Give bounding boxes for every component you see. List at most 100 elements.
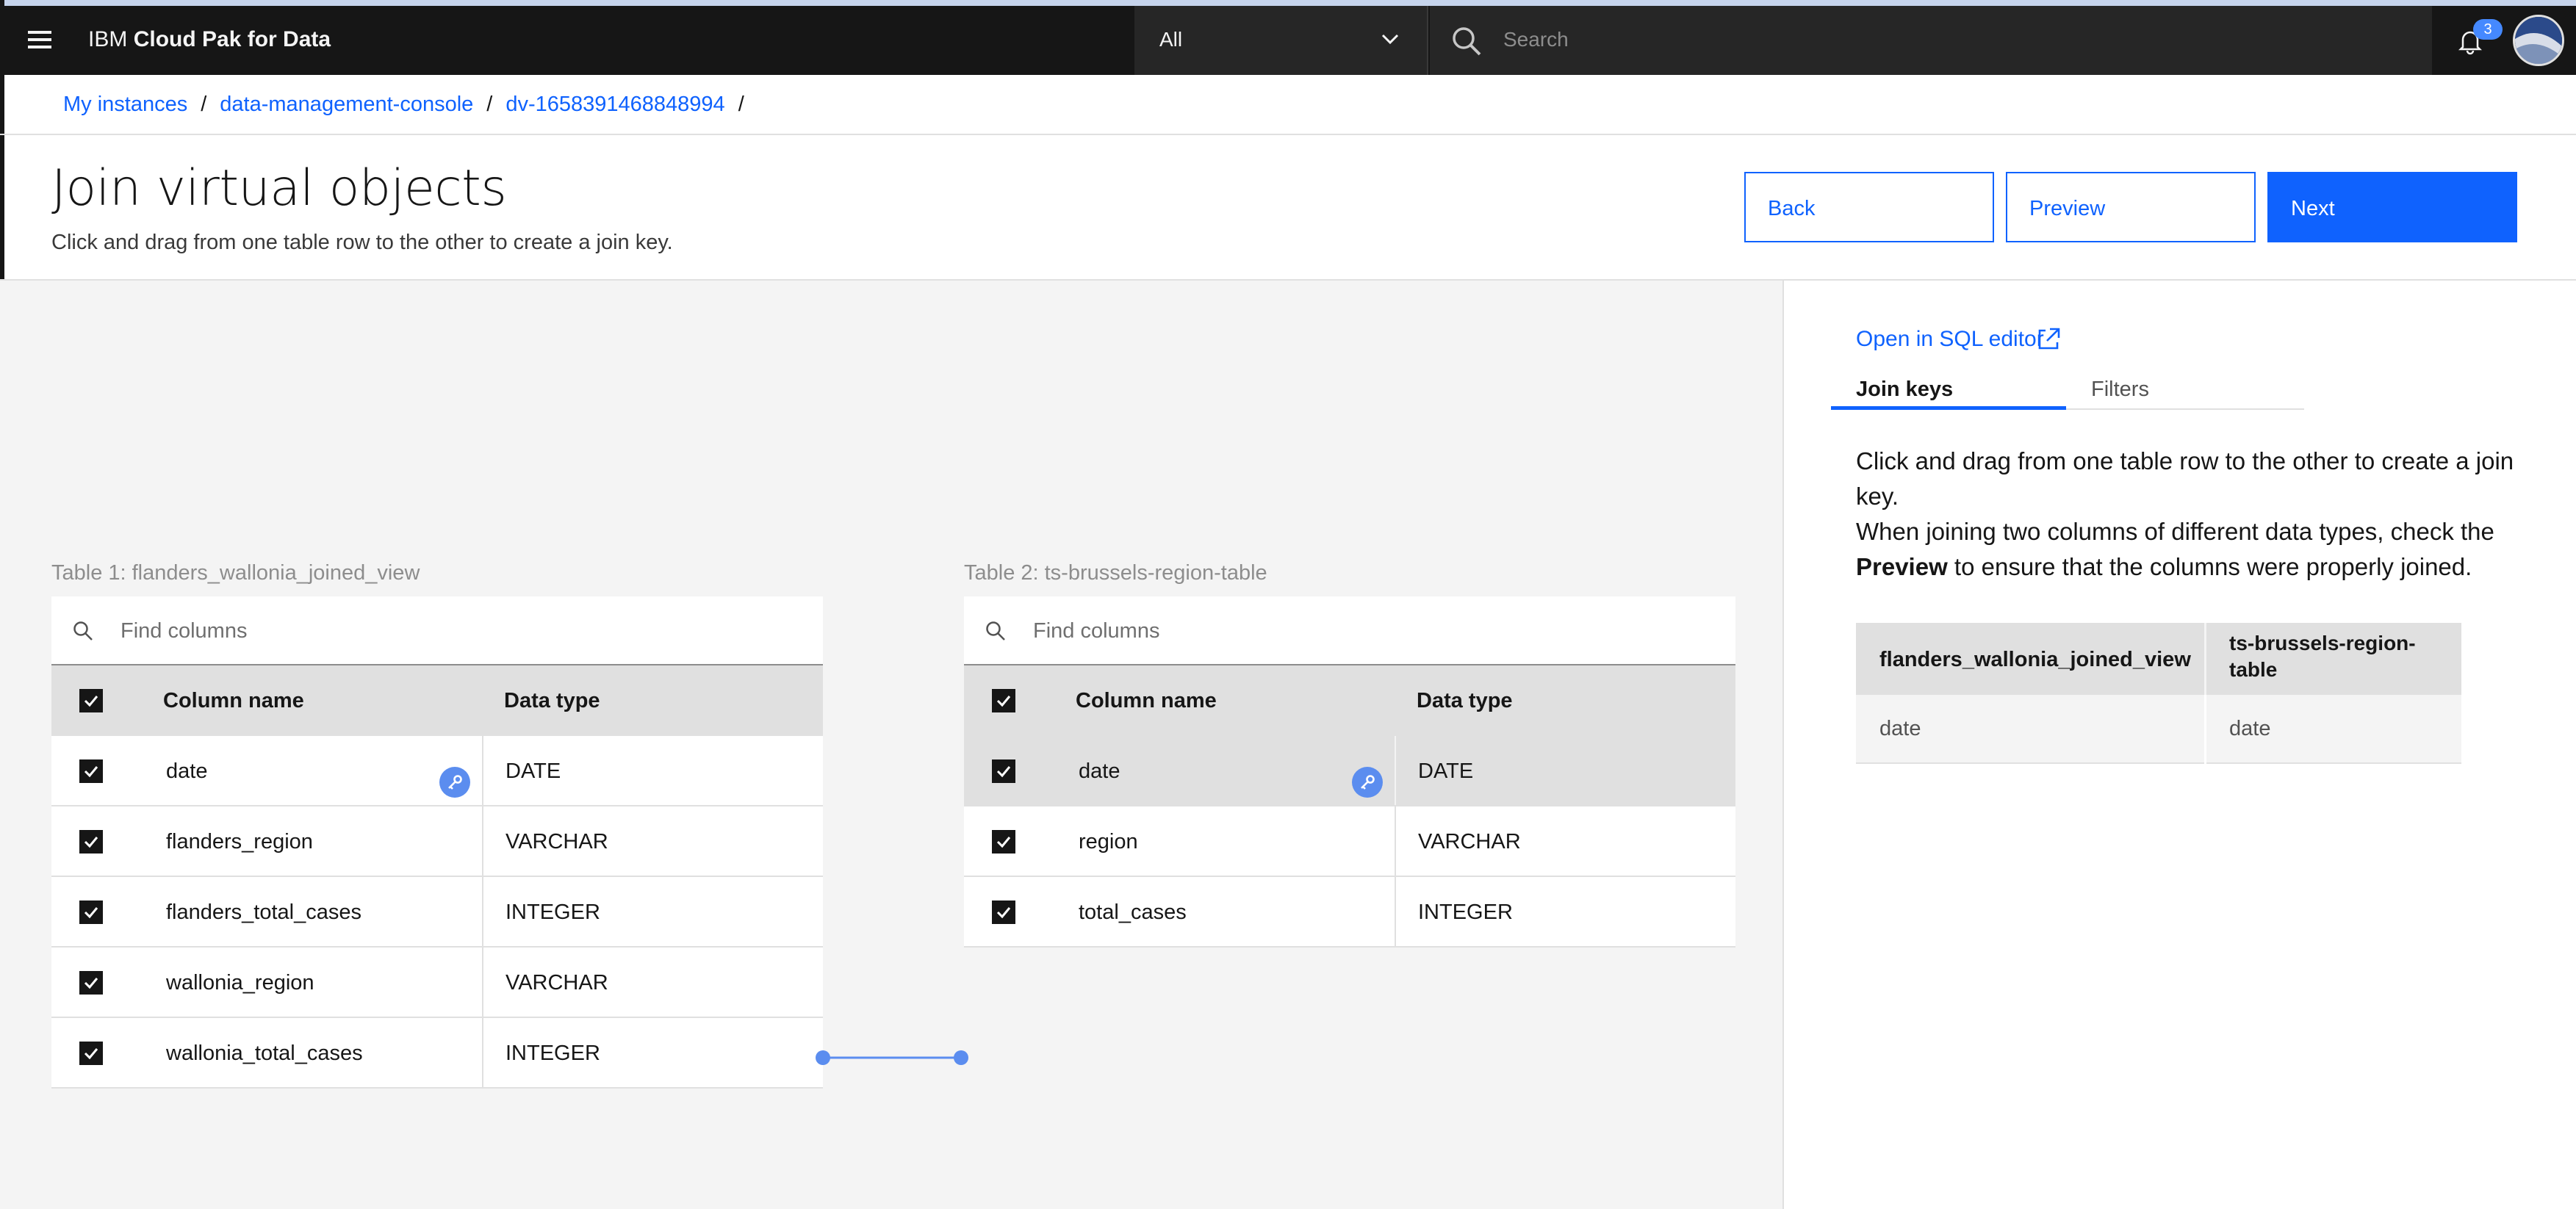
table2-row-date[interactable]: date DATE — [964, 736, 1735, 806]
column-name: date — [166, 759, 208, 783]
table1-select-all-checkbox[interactable] — [79, 689, 103, 712]
column-name: wallonia_region — [166, 971, 314, 995]
table1-card: Column name Data type date DATE flanders… — [51, 596, 823, 1089]
row-checkbox[interactable] — [79, 971, 103, 995]
table2-select-all-checkbox[interactable] — [992, 689, 1015, 712]
window-top-strip — [0, 0, 2576, 6]
checkmark-icon — [84, 696, 98, 707]
join-details-panel: Open in SQL editor Join keys Filters Cli… — [1782, 281, 2576, 1209]
row-checkbox[interactable] — [992, 901, 1015, 924]
join-canvas: Table 1: flanders_wallonia_joined_view C… — [0, 281, 1782, 1209]
row-checkbox[interactable] — [79, 901, 103, 924]
brand-name: Cloud Pak for Data — [133, 27, 331, 51]
table1-find-columns-input[interactable] — [120, 613, 782, 649]
breadcrumb-separator: / — [486, 93, 493, 116]
table2-row-region[interactable]: region VARCHAR — [964, 806, 1735, 877]
top-navigation-bar: IBM Cloud Pak for Data All 3 — [0, 6, 2576, 75]
cell-divider — [2204, 695, 2206, 764]
help-preview-emphasis: Preview — [1856, 553, 1948, 580]
join-keys-header: flanders_wallonia_joined_view ts-brussel… — [1856, 623, 2461, 695]
data-type-header: Data type — [1417, 689, 1513, 712]
tab-filters[interactable]: Filters — [2068, 376, 2303, 410]
cell-divider — [482, 1018, 483, 1087]
divider — [0, 134, 2576, 135]
preview-button[interactable]: Preview — [2006, 172, 2256, 242]
table2-header-row: Column name Data type — [964, 665, 1735, 736]
connector-start-handle — [816, 1050, 830, 1065]
tab-join-keys[interactable]: Join keys — [1831, 376, 2066, 410]
column-name: flanders_region — [166, 830, 313, 853]
search-input[interactable] — [1503, 19, 2385, 60]
column-name-header: Column name — [1076, 689, 1217, 712]
column-name: total_cases — [1079, 901, 1187, 924]
column-name: region — [1079, 830, 1138, 853]
product-brand[interactable]: IBM Cloud Pak for Data — [88, 25, 331, 54]
data-type: VARCHAR — [1418, 830, 1521, 853]
brand-prefix: IBM — [88, 27, 128, 51]
user-avatar[interactable] — [2513, 15, 2564, 66]
row-checkbox[interactable] — [992, 759, 1015, 783]
checkmark-icon — [996, 837, 1011, 848]
table2-find-columns — [964, 596, 1735, 665]
checkmark-icon — [996, 766, 1011, 778]
join-key-row[interactable]: date date — [1856, 695, 2461, 764]
table1-row-wallonia-region[interactable]: wallonia_region VARCHAR — [51, 948, 823, 1018]
column-name: wallonia_total_cases — [166, 1042, 363, 1065]
checkmark-icon — [84, 837, 98, 848]
cell-divider — [482, 948, 483, 1017]
breadcrumb: My instances / data-management-console / dv-… — [63, 90, 758, 119]
join-connector-line[interactable] — [816, 1049, 968, 1067]
cell-divider — [1395, 736, 1396, 805]
data-type: DATE — [1418, 759, 1474, 783]
page-title: Join virtual objects — [51, 159, 507, 217]
table1-row-date[interactable]: date DATE — [51, 736, 823, 806]
join-key-right-column: date — [2229, 717, 2271, 740]
hamburger-menu-icon[interactable] — [26, 26, 53, 53]
search-icon — [1453, 27, 1481, 56]
data-type: INTEGER — [506, 1042, 600, 1065]
column-name: flanders_total_cases — [166, 901, 361, 924]
search-icon — [986, 621, 1005, 640]
join-key-left-column: date — [1879, 717, 1921, 740]
data-type: VARCHAR — [506, 830, 608, 853]
search-icon — [73, 621, 93, 640]
table1-row-wallonia-total-cases[interactable]: wallonia_total_cases INTEGER — [51, 1018, 823, 1089]
table2-row-total-cases[interactable]: total_cases INTEGER — [964, 877, 1735, 948]
help-line-1: Click and drag from one table row to the… — [1856, 447, 2514, 510]
checkmark-icon — [996, 696, 1011, 707]
join-key-icon — [1352, 767, 1383, 798]
back-button[interactable]: Back — [1744, 172, 1994, 242]
notifications-button[interactable]: 3 — [2432, 6, 2508, 75]
launch-icon — [2038, 328, 2060, 350]
open-in-sql-editor-link[interactable]: Open in SQL editor — [1856, 325, 2060, 354]
sql-link-label: Open in SQL editor — [1856, 327, 2044, 351]
table1-label: Table 1: flanders_wallonia_joined_view — [51, 561, 420, 585]
data-type: INTEGER — [1418, 901, 1513, 924]
global-search — [1430, 6, 2432, 75]
breadcrumb-instance-id[interactable]: dv-1658391468848994 — [506, 93, 724, 116]
panel-tabs: Join keys Filters — [1831, 376, 2304, 410]
scope-dropdown[interactable]: All — [1134, 6, 1428, 75]
breadcrumb-data-management-console[interactable]: data-management-console — [220, 93, 473, 116]
join-keys-table: flanders_wallonia_joined_view ts-brussel… — [1856, 623, 2461, 764]
checkmark-icon — [84, 907, 98, 919]
row-checkbox[interactable] — [79, 1042, 103, 1065]
next-button[interactable]: Next — [2267, 172, 2517, 242]
help-line-2a: When joining two columns of different da… — [1856, 518, 2494, 545]
join-key-icon — [439, 767, 470, 798]
table2-find-columns-input[interactable] — [1033, 613, 1694, 649]
row-checkbox[interactable] — [79, 830, 103, 853]
table1-row-flanders-region[interactable]: flanders_region VARCHAR — [51, 806, 823, 877]
breadcrumb-my-instances[interactable]: My instances — [63, 93, 187, 116]
breadcrumb-separator: / — [201, 93, 207, 116]
table2-card: Column name Data type date DATE region V… — [964, 596, 1735, 948]
row-checkbox[interactable] — [79, 759, 103, 783]
join-keys-header-right: ts-brussels-region-table — [2229, 632, 2416, 681]
column-name-header: Column name — [163, 689, 304, 712]
help-line-2c: to ensure that the columns were properly… — [1947, 553, 2472, 580]
join-keys-header-left: flanders_wallonia_joined_view — [1879, 648, 2191, 671]
row-checkbox[interactable] — [992, 830, 1015, 853]
join-help-text: Click and drag from one table row to the… — [1856, 444, 2539, 585]
table1-row-flanders-total-cases[interactable]: flanders_total_cases INTEGER — [51, 877, 823, 948]
page-subtitle: Click and drag from one table row to the… — [51, 231, 673, 254]
